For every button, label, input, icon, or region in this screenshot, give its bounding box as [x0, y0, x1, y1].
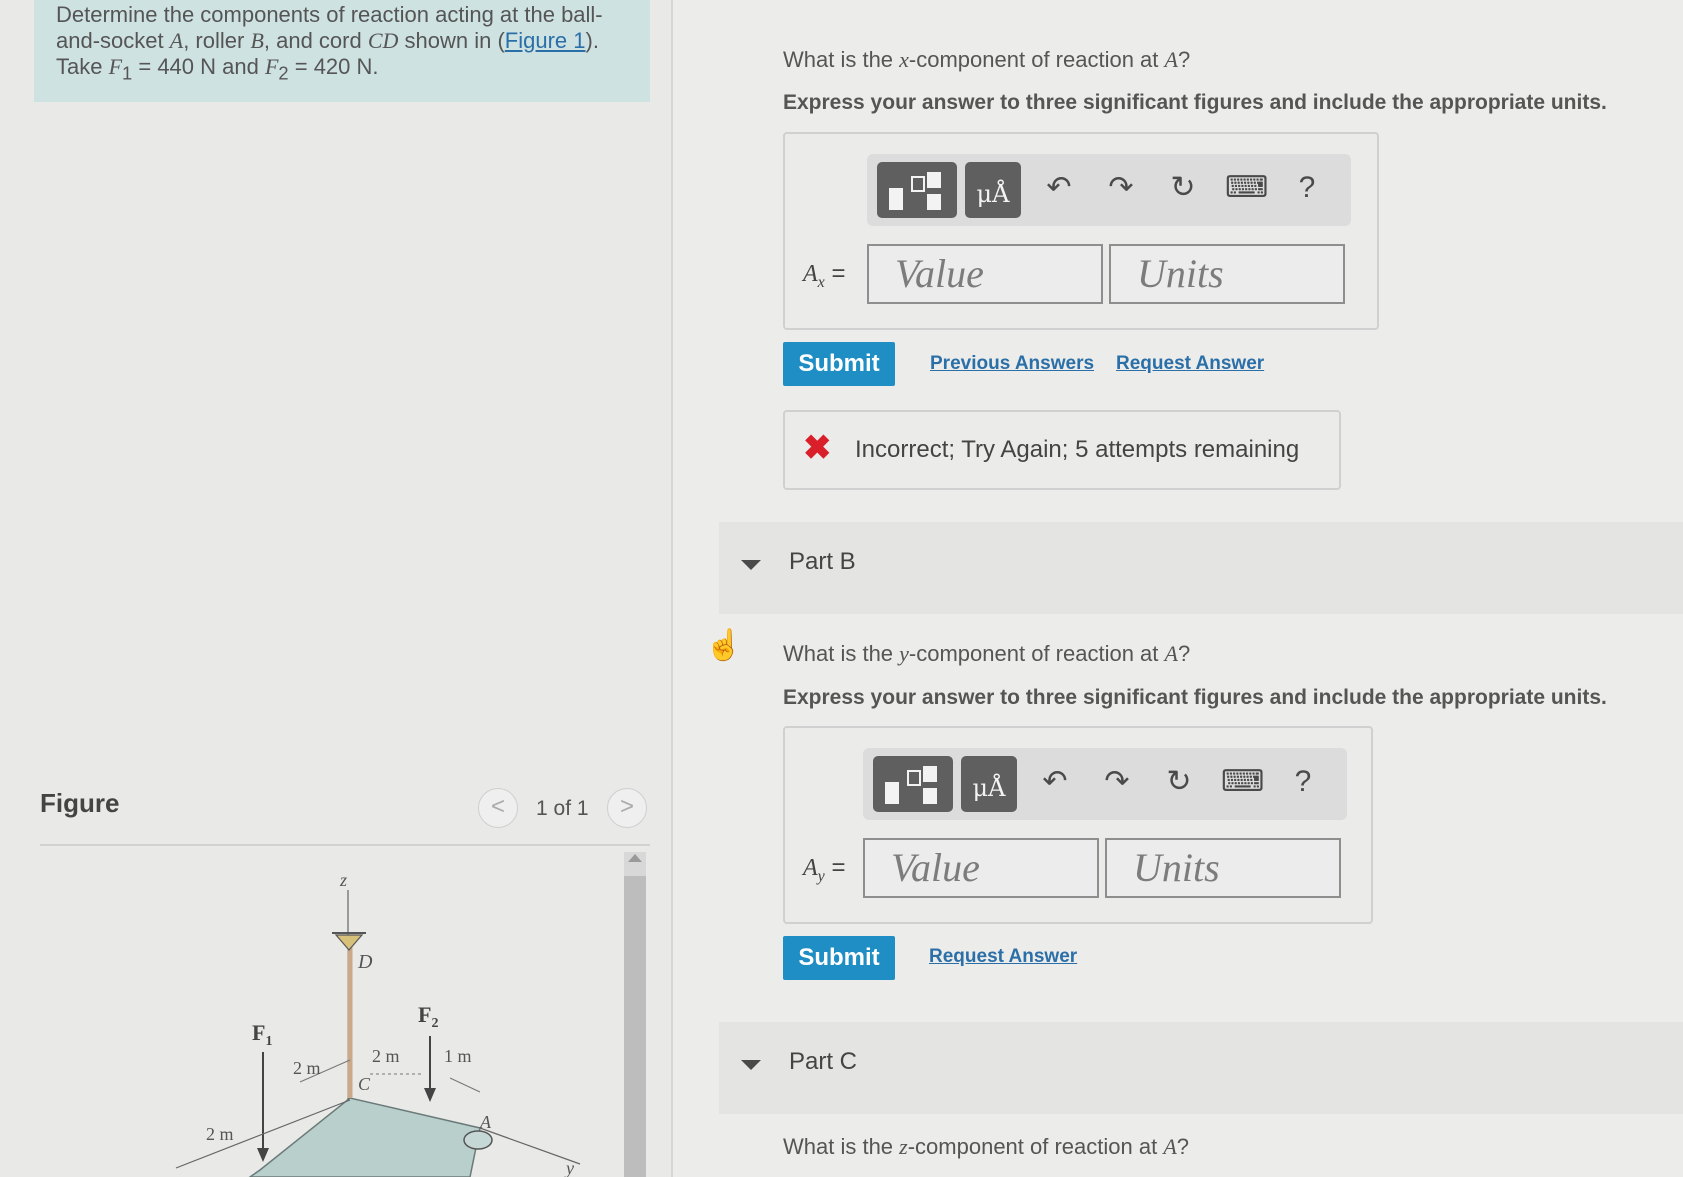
- part-a-question: What is the x-component of reaction at A…: [783, 47, 1191, 72]
- part-a-value-input[interactable]: Value: [867, 244, 1103, 304]
- help-icon[interactable]: ?: [1283, 762, 1323, 802]
- keyboard-icon[interactable]: ⌨: [1225, 168, 1268, 208]
- feedback-message: Incorrect; Try Again; 5 attempts remaini…: [855, 436, 1300, 463]
- ball-socket-a: [463, 1130, 493, 1150]
- support-d: [334, 934, 364, 951]
- undo-icon[interactable]: ↶: [1039, 168, 1079, 208]
- problem-line-3: Take F1 = 440 N and F2 = 420 N.: [56, 54, 379, 84]
- undo-icon[interactable]: ↶: [1035, 762, 1075, 802]
- problem-line-1: Determine the components of reaction act…: [56, 2, 603, 27]
- templates-button[interactable]: [877, 162, 957, 218]
- units-button[interactable]: μÅ: [965, 162, 1021, 218]
- part-a-units-input[interactable]: Units: [1109, 244, 1345, 304]
- label-d: D: [357, 951, 373, 973]
- part-a-instruction: Express your answer to three significant…: [783, 91, 1607, 114]
- templates-button[interactable]: [873, 756, 953, 812]
- help-icon[interactable]: ?: [1287, 168, 1327, 208]
- reset-icon[interactable]: ↻: [1159, 762, 1199, 802]
- plate: [248, 1097, 481, 1177]
- previous-answers-link[interactable]: Previous Answers: [930, 353, 1094, 375]
- scroll-thumb[interactable]: [624, 876, 646, 1177]
- part-b-question: What is the y-component of reaction at A…: [783, 641, 1191, 666]
- reset-icon[interactable]: ↻: [1163, 168, 1203, 208]
- part-a-feedback: ✖ Incorrect; Try Again; 5 attempts remai…: [783, 410, 1341, 490]
- problem-statement: Determine the components of reaction act…: [34, 0, 650, 102]
- figure-scrollbar[interactable]: [624, 852, 646, 1177]
- part-a-answer-box: μÅ ↶ ↷ ↻ ⌨ ? Ax = Value Units: [783, 132, 1379, 330]
- label-dim-2m-a: 2 m: [293, 1058, 321, 1078]
- part-b-answer-box: μÅ ↶ ↷ ↻ ⌨ ? Ay = Value Units: [783, 726, 1373, 924]
- figure-counter: 1 of 1: [536, 797, 589, 820]
- label-dim-1m: 1 m: [444, 1046, 472, 1066]
- part-a-submit-button[interactable]: Submit: [783, 342, 895, 386]
- problem-panel: Determine the components of reaction act…: [0, 0, 672, 1177]
- figure-diagram: z D F1 F2 2 m 2 m 1 m 2 m C A y: [175, 870, 581, 1177]
- part-b-units-input[interactable]: Units: [1105, 838, 1341, 898]
- part-a-answer-label: Ax =: [803, 260, 846, 291]
- part-c-header[interactable]: Part C: [719, 1022, 1683, 1114]
- part-a-toolbar: μÅ ↶ ↷ ↻ ⌨ ?: [867, 154, 1351, 226]
- part-a-request-answer-link[interactable]: Request Answer: [1116, 353, 1264, 375]
- figure-link[interactable]: Figure 1: [505, 28, 586, 53]
- collapse-triangle-icon[interactable]: [741, 1060, 761, 1070]
- label-dim-2m-b: 2 m: [372, 1046, 400, 1066]
- figure-heading: Figure: [40, 788, 120, 818]
- figure-divider: [40, 844, 650, 846]
- scroll-up-icon[interactable]: [628, 854, 642, 862]
- part-b-submit-button[interactable]: Submit: [783, 936, 895, 980]
- incorrect-icon: ✖: [803, 429, 832, 467]
- part-c-title: Part C: [789, 1048, 858, 1075]
- units-button[interactable]: μÅ: [961, 756, 1017, 812]
- keyboard-icon[interactable]: ⌨: [1221, 762, 1264, 802]
- label-z: z: [339, 870, 347, 890]
- redo-icon[interactable]: ↷: [1101, 168, 1141, 208]
- next-figure-button[interactable]: >: [607, 788, 647, 828]
- previous-figure-button[interactable]: <: [478, 788, 518, 828]
- redo-icon[interactable]: ↷: [1097, 762, 1137, 802]
- label-dim-2m-c: 2 m: [206, 1124, 234, 1144]
- part-b-request-answer-link[interactable]: Request Answer: [929, 946, 1077, 968]
- part-b-instruction: Express your answer to three significant…: [783, 686, 1607, 709]
- part-b-toolbar: μÅ ↶ ↷ ↻ ⌨ ?: [863, 748, 1347, 820]
- label-f2: F2: [418, 1002, 438, 1031]
- label-f1: F1: [252, 1020, 272, 1049]
- hand-cursor-icon: ☝: [705, 629, 743, 662]
- label-y: y: [564, 1158, 574, 1177]
- part-b-answer-label: Ay =: [803, 854, 846, 885]
- collapse-triangle-icon[interactable]: [741, 560, 761, 570]
- questions-panel: What is the x-component of reaction at A…: [673, 0, 1683, 1177]
- part-b-header[interactable]: Part B: [719, 522, 1683, 614]
- part-b-title: Part B: [789, 548, 856, 575]
- part-b-value-input[interactable]: Value: [863, 838, 1099, 898]
- problem-line-2: and-socket A, roller B, and cord CD show…: [56, 28, 599, 53]
- part-c-question: What is the z-component of reaction at A…: [783, 1134, 1190, 1159]
- label-c: C: [358, 1074, 371, 1094]
- label-a: A: [479, 1112, 492, 1132]
- y-axis: [479, 1127, 581, 1165]
